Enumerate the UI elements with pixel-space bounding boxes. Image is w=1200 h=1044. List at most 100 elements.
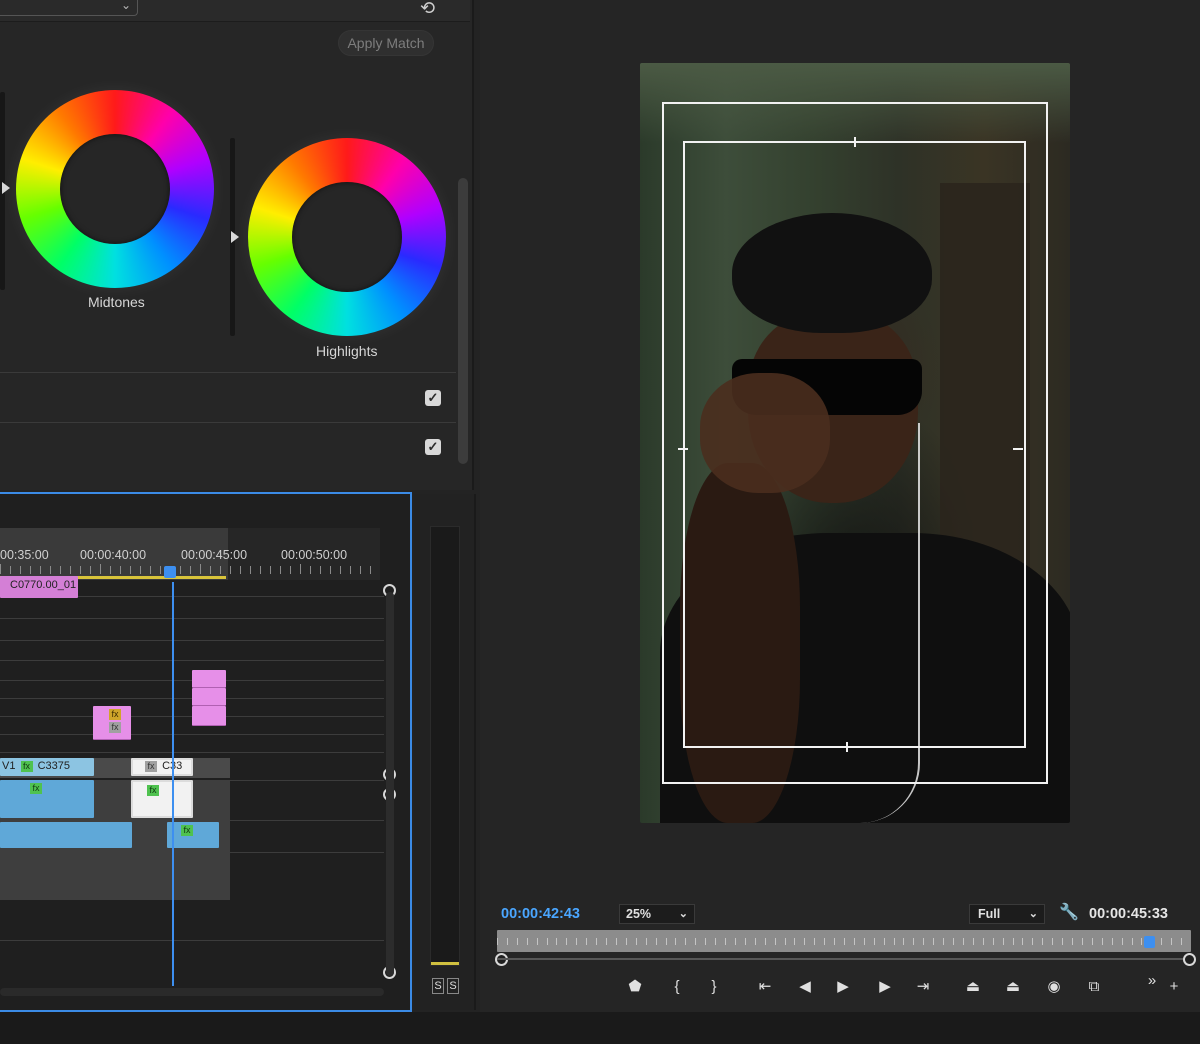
panel-scrollbar[interactable] bbox=[458, 178, 468, 464]
export-frame-icon[interactable]: ◉ bbox=[1043, 976, 1065, 998]
audio-clip[interactable]: fx bbox=[0, 780, 94, 818]
scrub-ticks bbox=[497, 938, 1191, 946]
scrub-tick bbox=[1091, 938, 1093, 945]
clip-pink-adjustment[interactable] bbox=[192, 706, 226, 726]
ruler-label: 00:00:45:00 bbox=[181, 548, 248, 562]
track-divider bbox=[0, 618, 384, 619]
step-forward-icon[interactable]: ▶ bbox=[874, 976, 896, 998]
section-enable-checkbox[interactable]: ✓ bbox=[425, 390, 441, 406]
clip-label: C0770.00_01 bbox=[10, 579, 77, 591]
go-to-in-icon[interactable]: ⇤ bbox=[754, 976, 776, 998]
zoom-scroll-bar[interactable] bbox=[497, 958, 1191, 960]
step-back-icon[interactable]: ◀ bbox=[794, 976, 816, 998]
ruler-tick bbox=[370, 566, 371, 574]
ruler-tick bbox=[300, 564, 301, 574]
safe-guide-tick bbox=[678, 448, 688, 450]
timeline-vertical-scrollbar[interactable] bbox=[386, 592, 394, 976]
scrub-tick bbox=[784, 938, 786, 945]
scrub-tick bbox=[1042, 938, 1044, 945]
lumetri-color-panel: ⌄ ⟲ Apply Match Midtones Highlights ✓ ✓ bbox=[0, 0, 474, 490]
audio-clip[interactable] bbox=[0, 822, 132, 848]
clip-label: C3375 bbox=[37, 760, 71, 772]
scrub-tick bbox=[675, 938, 677, 945]
clip-pink-adjustment[interactable] bbox=[192, 670, 226, 688]
ruler-tick bbox=[290, 566, 291, 574]
clip-c33[interactable]: fx C33 bbox=[131, 758, 193, 776]
go-to-out-icon[interactable]: ⇥ bbox=[912, 976, 934, 998]
playback-resolution-select[interactable]: Full ⌄ bbox=[969, 904, 1045, 924]
zoom-bar-handle-right[interactable] bbox=[1183, 953, 1196, 966]
scrub-tick bbox=[863, 938, 865, 945]
ruler-tick bbox=[150, 566, 151, 574]
clip-c0770[interactable]: C0770.00_01 bbox=[0, 576, 78, 598]
monitor-scrub-bar[interactable] bbox=[497, 930, 1191, 952]
resolution-value: Full bbox=[978, 907, 1001, 921]
lift-icon[interactable]: ⏏ bbox=[962, 976, 984, 998]
track-area: C0770.00_01 fx fx V1 fx C3375 fx C33 fx … bbox=[0, 576, 384, 985]
scrub-tick bbox=[635, 938, 637, 945]
ruler-tick bbox=[240, 566, 241, 574]
scrub-tick bbox=[844, 938, 845, 945]
marker-icon[interactable]: ⬟ bbox=[624, 976, 646, 998]
playhead-handle[interactable] bbox=[1144, 936, 1156, 948]
section-enable-checkbox[interactable]: ✓ bbox=[425, 439, 441, 455]
ruler-tick bbox=[180, 566, 181, 574]
clip-pink-adjustment[interactable] bbox=[192, 688, 226, 706]
scrub-tick bbox=[665, 938, 667, 945]
scrub-tick bbox=[615, 938, 617, 945]
scrub-tick bbox=[883, 938, 885, 945]
chevron-down-icon: ⌄ bbox=[678, 908, 688, 920]
ruler-tick bbox=[320, 566, 321, 574]
play-icon[interactable]: ▶ bbox=[832, 976, 854, 998]
scrub-tick bbox=[606, 938, 608, 945]
zoom-select[interactable]: 25% ⌄ bbox=[619, 904, 695, 924]
scrub-tick bbox=[556, 938, 558, 945]
solo-button-left[interactable]: S bbox=[432, 978, 444, 994]
mark-in-icon[interactable]: { bbox=[666, 976, 688, 998]
chevron-down-icon: ⌄ bbox=[1028, 908, 1038, 920]
scrub-tick bbox=[536, 938, 538, 945]
scrub-tick bbox=[1052, 938, 1054, 945]
current-timecode[interactable]: 00:00:42:43 bbox=[501, 906, 580, 922]
audio-clip-selected[interactable]: fx bbox=[131, 780, 193, 818]
ruler-label: 00:35:00 bbox=[0, 548, 49, 562]
more-icon[interactable]: » bbox=[1141, 970, 1163, 992]
playhead-handle[interactable] bbox=[164, 566, 176, 578]
chevron-down-icon: ⌄ bbox=[120, 0, 131, 12]
preset-dropdown[interactable]: ⌄ bbox=[0, 0, 138, 16]
extract-icon[interactable]: ⏏ bbox=[1002, 976, 1024, 998]
settings-wrench-icon[interactable]: 🔧 bbox=[1059, 902, 1079, 922]
time-ruler[interactable]: 00:35:00 00:00:40:00 00:00:45:00 00:00:5… bbox=[0, 528, 380, 580]
scrub-tick bbox=[516, 938, 518, 945]
scrub-tick bbox=[853, 938, 855, 945]
solo-button-right[interactable]: S bbox=[447, 978, 459, 994]
timeline-horizontal-scrollbar[interactable] bbox=[0, 988, 384, 996]
clip-pink-fx[interactable]: fx fx bbox=[93, 706, 131, 740]
ruler-tick bbox=[60, 566, 61, 574]
add-button-icon[interactable]: + bbox=[1163, 976, 1185, 998]
highlights-color-wheel[interactable] bbox=[248, 138, 446, 336]
ruler-tick bbox=[270, 566, 271, 574]
mark-out-icon[interactable]: } bbox=[703, 976, 725, 998]
scrub-tick bbox=[953, 938, 955, 945]
safe-guide-tick bbox=[854, 137, 856, 147]
fx-badge: fx bbox=[109, 709, 121, 720]
scrub-tick bbox=[824, 938, 826, 945]
ruler-ticks bbox=[0, 564, 380, 574]
scrub-tick bbox=[1121, 938, 1123, 945]
slider-handle[interactable] bbox=[2, 182, 10, 194]
compare-view-icon[interactable]: ⧉ bbox=[1083, 976, 1105, 998]
track-divider bbox=[0, 734, 384, 735]
playhead-line[interactable] bbox=[172, 582, 174, 986]
scrub-tick bbox=[596, 938, 598, 945]
ruler-tick bbox=[350, 566, 351, 574]
reset-icon[interactable]: ⟲ bbox=[420, 0, 435, 17]
audio-clip[interactable]: fx bbox=[167, 822, 219, 848]
slider-handle[interactable] bbox=[231, 231, 239, 243]
ruler-tick bbox=[340, 566, 341, 574]
clip-c3375[interactable]: V1 fx C3375 bbox=[0, 758, 94, 776]
apply-match-button[interactable]: Apply Match bbox=[338, 30, 434, 56]
section-divider bbox=[0, 372, 456, 373]
midtones-color-wheel[interactable] bbox=[16, 90, 214, 288]
scrub-tick bbox=[725, 938, 727, 945]
